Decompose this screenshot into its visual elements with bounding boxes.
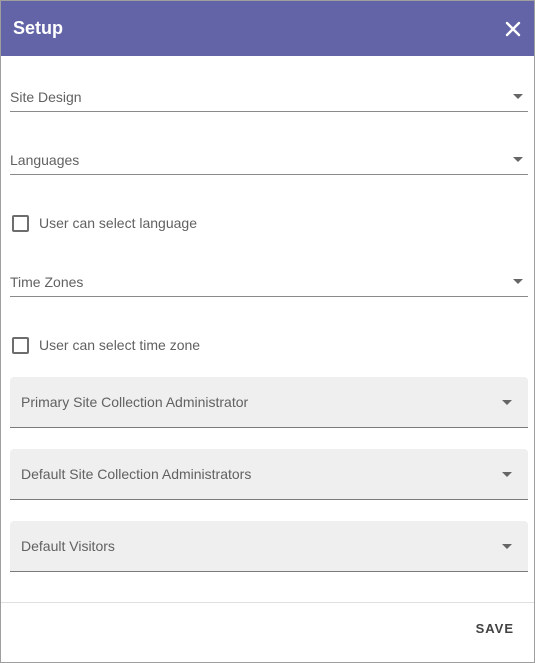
default-admins-select[interactable]: Default Site Collection Administrators <box>10 449 528 500</box>
default-admins-label: Default Site Collection Administrators <box>21 466 252 482</box>
user-select-time-zone-row[interactable]: User can select time zone <box>12 335 200 355</box>
footer-divider <box>1 602 534 603</box>
default-visitors-label: Default Visitors <box>21 538 115 554</box>
chevron-down-icon <box>513 157 523 162</box>
time-zones-select[interactable]: Time Zones <box>10 261 528 297</box>
default-visitors-select[interactable]: Default Visitors <box>10 521 528 572</box>
save-button[interactable]: SAVE <box>476 621 514 643</box>
dialog-title: Setup <box>13 18 64 38</box>
user-select-language-label: User can select language <box>39 215 197 231</box>
chevron-down-icon <box>513 279 523 284</box>
languages-select[interactable]: Languages <box>10 139 528 175</box>
chevron-down-icon <box>502 544 512 549</box>
user-select-time-zone-label: User can select time zone <box>39 337 201 353</box>
chevron-down-icon <box>513 94 523 99</box>
dialog-header: Setup <box>1 1 534 56</box>
site-design-select[interactable]: Site Design <box>10 76 528 112</box>
close-icon <box>505 21 521 36</box>
user-select-language-checkbox[interactable] <box>12 214 29 232</box>
user-select-language-row[interactable]: User can select language <box>12 213 197 233</box>
primary-admin-label: Primary Site Collection Administrator <box>21 394 249 410</box>
time-zones-label: Time Zones <box>10 274 84 290</box>
languages-label: Languages <box>10 152 80 168</box>
close-button[interactable] <box>502 18 524 40</box>
user-select-time-zone-checkbox[interactable] <box>12 336 29 354</box>
primary-admin-select[interactable]: Primary Site Collection Administrator <box>10 377 528 428</box>
site-design-label: Site Design <box>10 89 82 105</box>
chevron-down-icon <box>502 400 512 405</box>
chevron-down-icon <box>502 472 512 477</box>
setup-dialog: Setup Site Design Languages User can sel… <box>0 0 535 663</box>
